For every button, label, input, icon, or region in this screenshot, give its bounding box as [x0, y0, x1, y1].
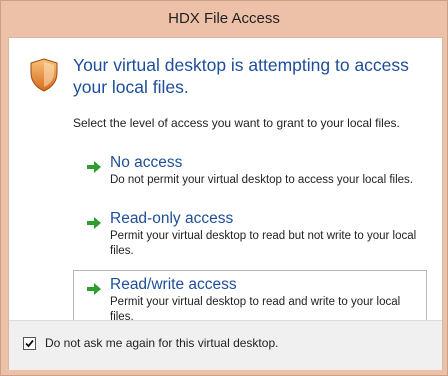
dialog-heading: Your virtual desktop is attempting to ac…	[73, 55, 409, 97]
dialog-content: Your virtual desktop is attempting to ac…	[8, 37, 443, 370]
option-read-only[interactable]: Read-only access Permit your virtual des…	[73, 204, 427, 266]
dont-ask-label[interactable]: Do not ask me again for this virtual des…	[45, 336, 278, 350]
green-arrow-icon	[86, 216, 102, 230]
dialog-footer: Do not ask me again for this virtual des…	[9, 320, 442, 370]
dont-ask-checkbox[interactable]	[23, 337, 36, 350]
option-description: Permit your virtual desktop to read but …	[110, 230, 417, 257]
green-arrow-icon	[86, 282, 102, 296]
option-title: No access	[110, 154, 183, 171]
option-title: Read-only access	[110, 210, 234, 227]
shield-icon	[29, 58, 59, 92]
instruction-text: Select the level of access you want to g…	[73, 116, 400, 130]
option-title: Read/write access	[110, 276, 237, 293]
option-description: Do not permit your virtual desktop to ac…	[110, 174, 413, 186]
window-title: HDX File Access	[168, 10, 280, 27]
option-no-access[interactable]: No access Do not permit your virtual des…	[73, 148, 427, 195]
dialog-window: HDX File Access Your virtual desktop is …	[0, 0, 448, 376]
green-arrow-icon	[86, 160, 102, 174]
